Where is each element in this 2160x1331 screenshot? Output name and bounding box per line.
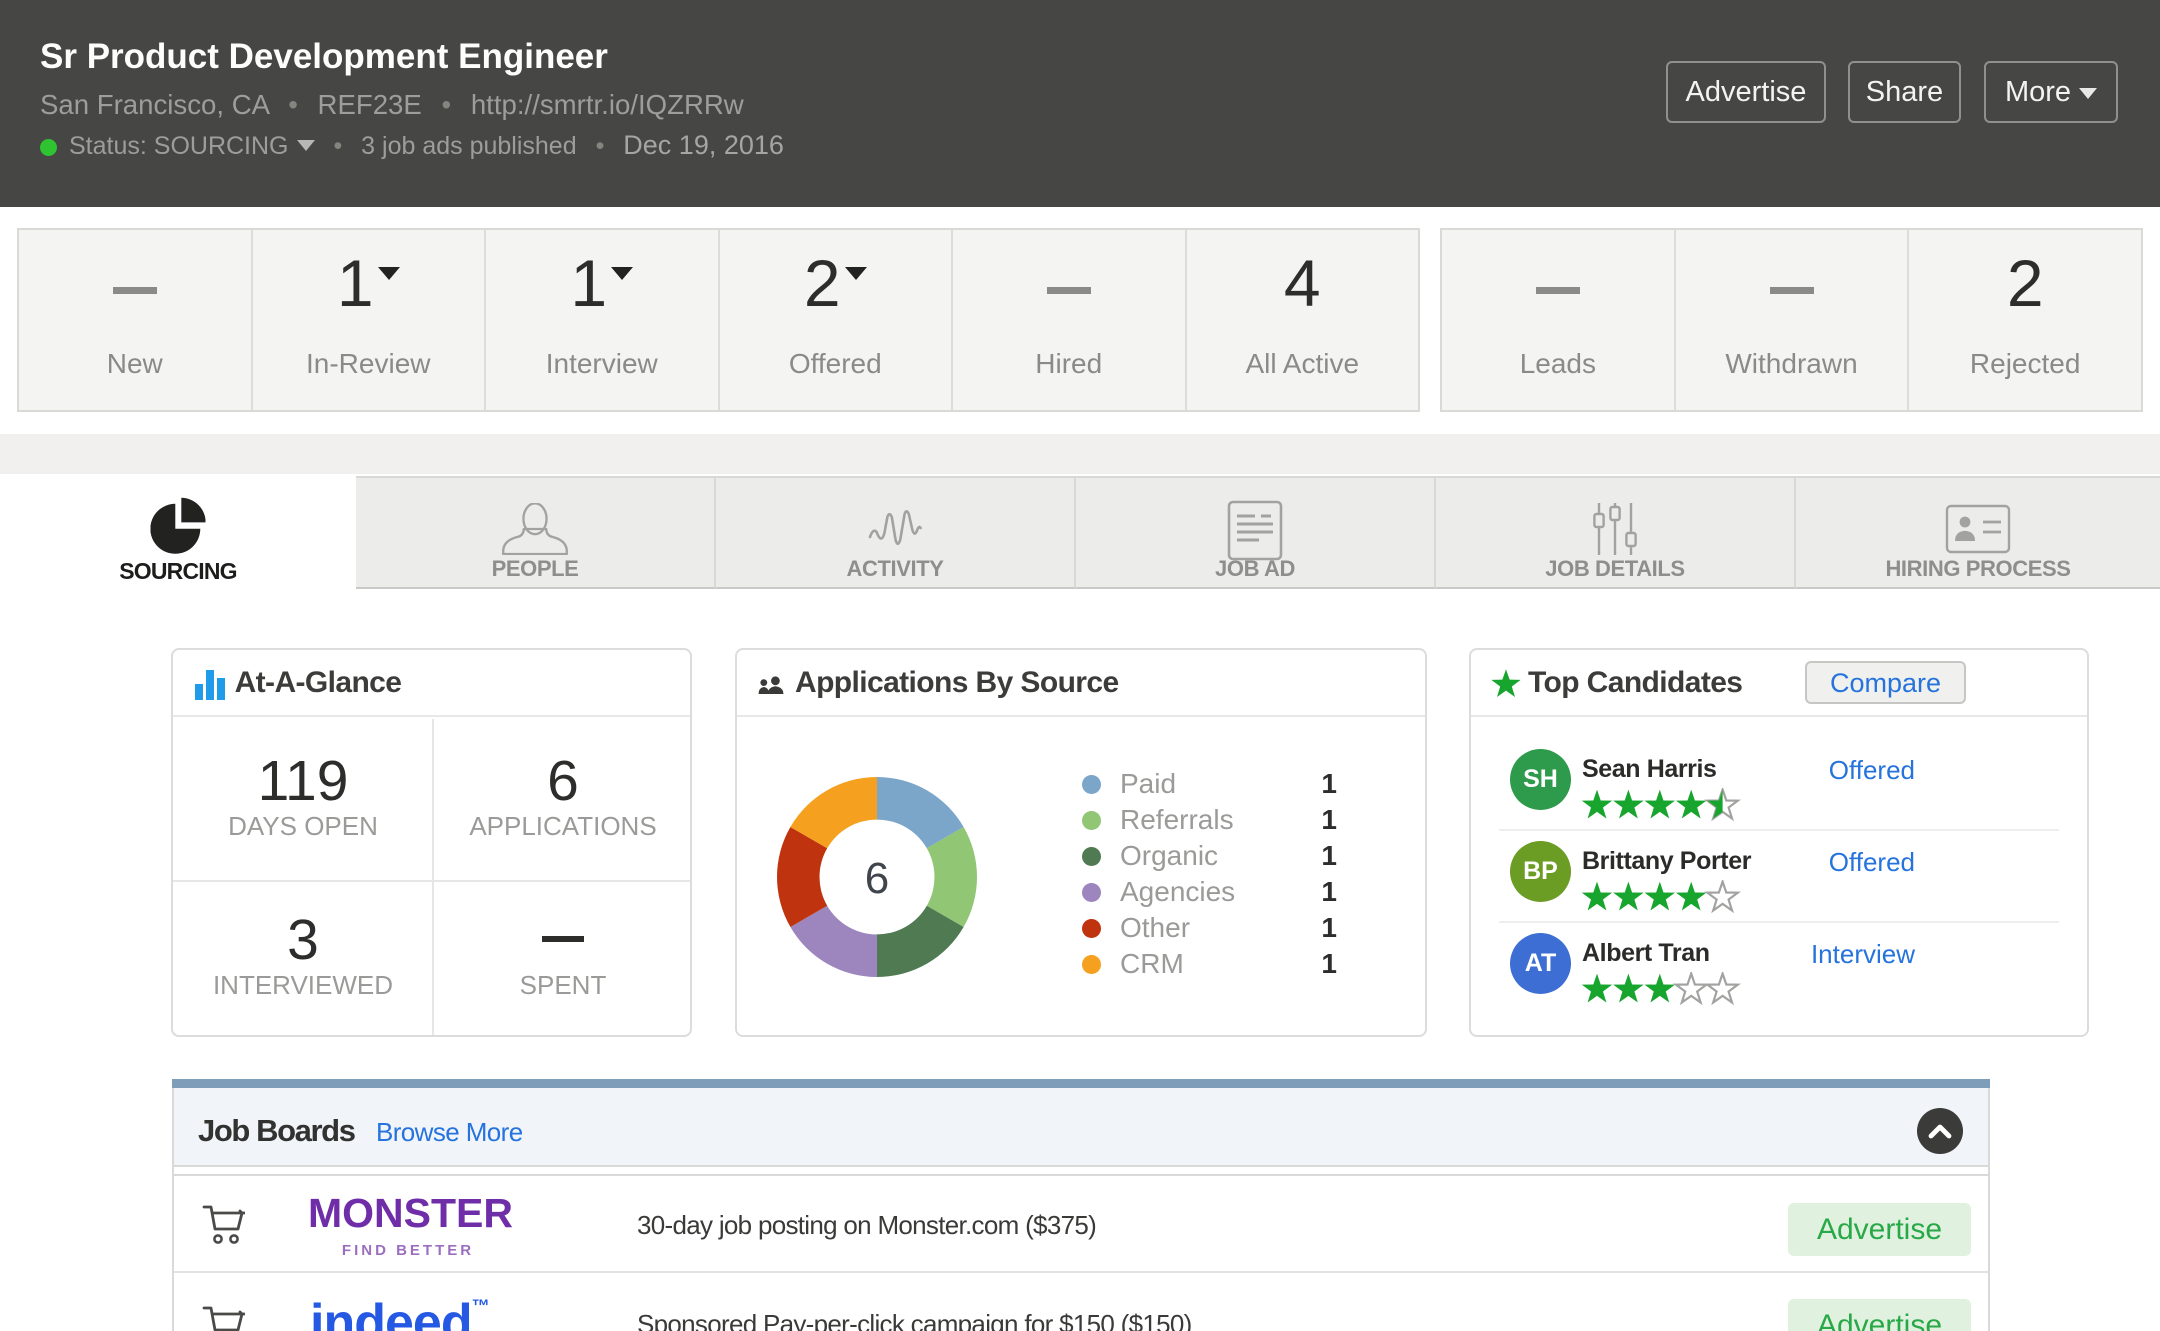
- svg-text:6: 6: [865, 854, 889, 903]
